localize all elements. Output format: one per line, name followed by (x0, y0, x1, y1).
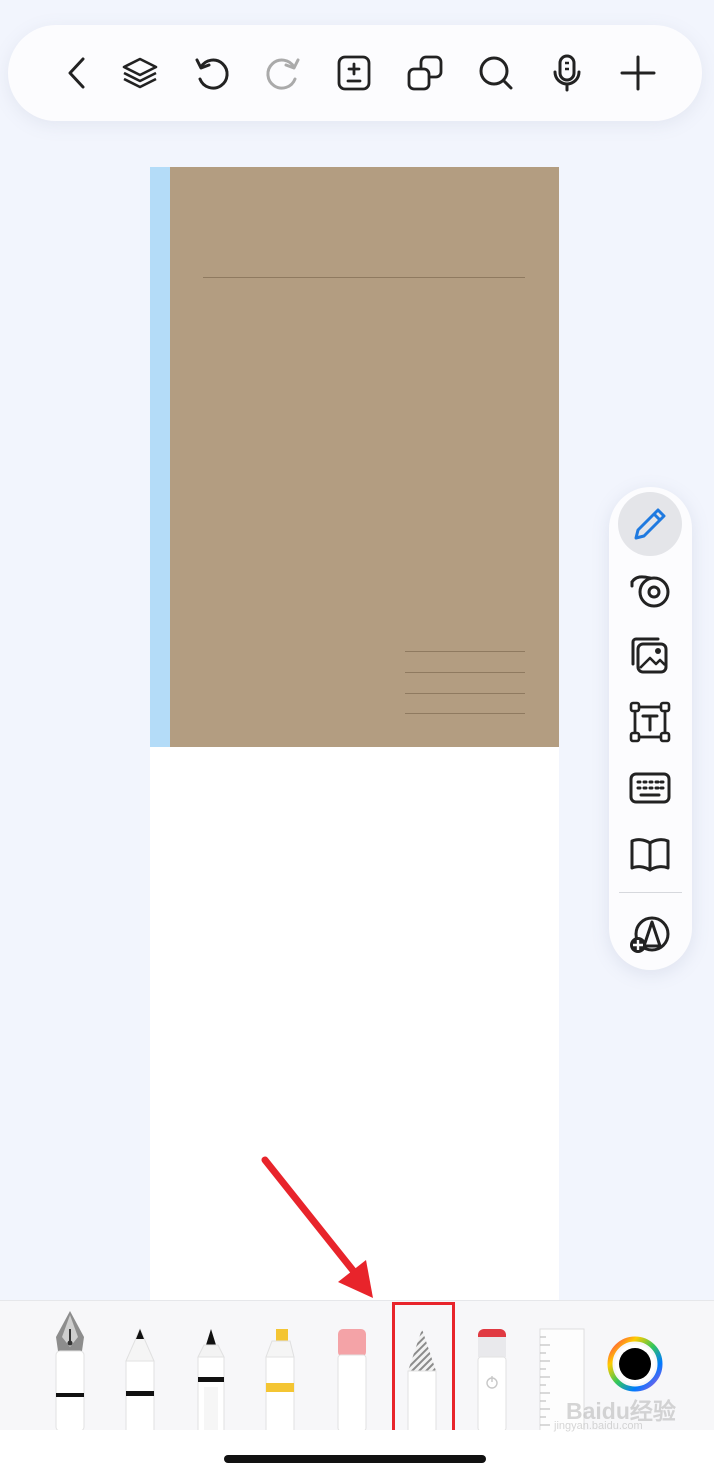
layers-icon[interactable] (120, 53, 160, 93)
pen-icon (634, 508, 666, 540)
home-indicator[interactable] (224, 1455, 486, 1463)
ballpoint-pen-tool[interactable] (124, 1327, 156, 1431)
info-line (405, 693, 525, 694)
eraser-tool[interactable] (336, 1327, 368, 1431)
tape-icon (630, 575, 670, 608)
pen-tool-button[interactable] (618, 492, 682, 556)
book-icon (630, 838, 670, 872)
redo-icon[interactable] (263, 53, 303, 93)
panel-divider (619, 892, 682, 893)
annotation-arrow (261, 1156, 373, 1298)
duplicate-pages-icon[interactable] (405, 53, 445, 93)
image-icon (631, 637, 668, 674)
watermark-url: jingyan.baidu.com (554, 1420, 643, 1432)
top-toolbar (8, 25, 702, 121)
keyboard-tool-button[interactable] (618, 756, 682, 820)
shape-add-icon (630, 916, 670, 953)
back-chevron-icon[interactable] (58, 53, 98, 93)
text-box-icon (629, 701, 671, 743)
info-line (405, 713, 525, 714)
fountain-pen-tool[interactable] (52, 1307, 88, 1431)
notebook-cover[interactable] (150, 167, 559, 747)
info-line (405, 672, 525, 673)
add-icon[interactable] (618, 53, 658, 93)
image-tool-button[interactable] (618, 624, 682, 688)
brush-pen-tool[interactable] (194, 1327, 228, 1431)
side-tool-panel (609, 487, 692, 970)
keyboard-icon (629, 772, 671, 804)
tape-tool-button[interactable] (618, 558, 682, 622)
page-add-remove-icon[interactable] (334, 53, 374, 93)
highlighter-tool[interactable] (264, 1327, 296, 1431)
current-color-swatch (619, 1348, 651, 1380)
watermark-logo: Baidu经验 jingyan.baidu.com (548, 1392, 678, 1440)
text-box-tool-button[interactable] (618, 690, 682, 754)
microphone-icon[interactable] (547, 53, 587, 93)
search-icon[interactable] (476, 53, 516, 93)
selected-tool-highlight-box (392, 1302, 455, 1446)
shape-add-tool-button[interactable] (618, 902, 682, 966)
notebook-spine (150, 167, 170, 747)
title-line (203, 277, 525, 278)
book-tool-button[interactable] (618, 822, 682, 886)
info-line (405, 651, 525, 652)
lasso-tool[interactable] (475, 1327, 509, 1431)
color-picker-button[interactable] (607, 1336, 663, 1392)
undo-icon[interactable] (192, 53, 232, 93)
